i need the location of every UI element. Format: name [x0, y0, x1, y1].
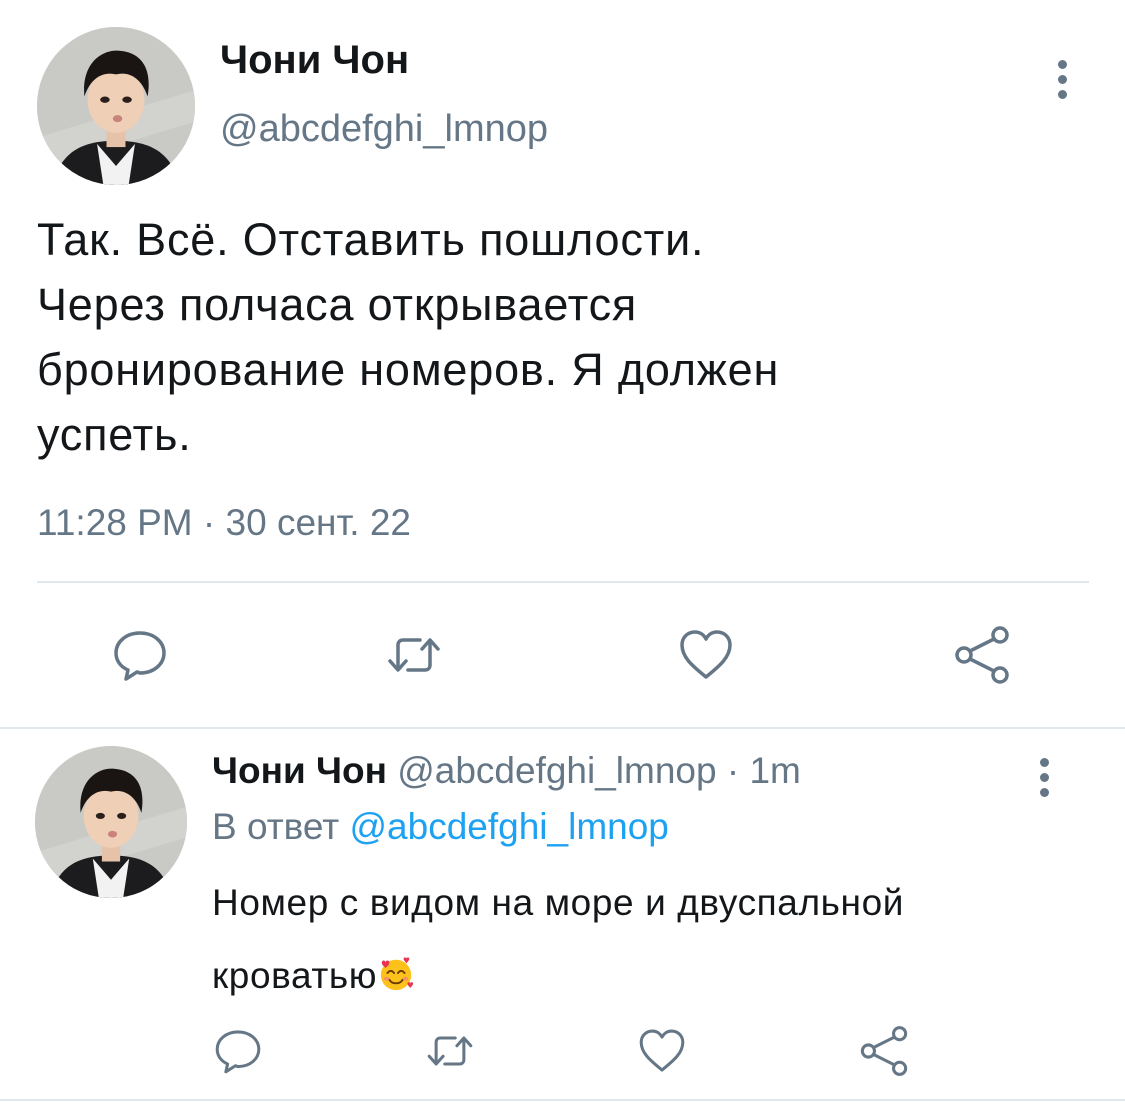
- retweet-icon[interactable]: [424, 1025, 476, 1077]
- reply-tweet-author-name[interactable]: Чони Чон: [212, 750, 387, 791]
- dot: [1057, 60, 1067, 69]
- divider: [37, 581, 1089, 583]
- share-icon[interactable]: [858, 1025, 910, 1077]
- main-tweet-author-name[interactable]: Чони Чон: [220, 38, 409, 83]
- heart-icon[interactable]: [636, 1025, 688, 1077]
- dot: [1039, 773, 1049, 782]
- divider: [0, 1099, 1125, 1101]
- main-tweet-text: Так. Всё. Отставить пошлости. Через полч…: [37, 214, 780, 460]
- reply-icon[interactable]: [212, 1025, 264, 1077]
- dot: [1057, 90, 1067, 99]
- smiling-face-with-hearts-icon: [380, 957, 414, 991]
- reply-to-label: В ответ: [212, 806, 340, 847]
- main-tweet-author-handle[interactable]: @abcdefghi_lmnop: [220, 108, 548, 151]
- divider: [0, 727, 1125, 729]
- reply-tweet-text: Номер с видом на море и двуспальной кров…: [212, 866, 1072, 1012]
- reply-icon[interactable]: [110, 625, 170, 685]
- reply-tweet-avatar[interactable]: [35, 746, 187, 898]
- reply-to-mention-link[interactable]: @abcdefghi_lmnop: [350, 806, 669, 847]
- more-vertical-icon[interactable]: [1052, 60, 1072, 99]
- retweet-icon[interactable]: [384, 625, 444, 685]
- dot: [1039, 788, 1049, 797]
- avatar-photo: [35, 746, 187, 898]
- tweet-thread: Чони Чон @abcdefghi_lmnop Так. Всё. Отст…: [0, 0, 1125, 1104]
- dot: [1057, 75, 1067, 84]
- share-icon[interactable]: [952, 625, 1012, 685]
- dot: [1039, 758, 1049, 767]
- reply-tweet-text-content: Номер с видом на море и двуспальной кров…: [212, 882, 905, 996]
- separator: ·: [726, 750, 740, 791]
- more-vertical-icon[interactable]: [1034, 758, 1054, 797]
- reply-tweet-header: Чони Чон @abcdefghi_lmnop · 1m: [212, 750, 801, 792]
- main-tweet-timestamp[interactable]: 11:28 PM · 30 сент. 22: [37, 502, 411, 544]
- reply-to-line: В ответ @abcdefghi_lmnop: [212, 806, 669, 848]
- avatar-photo: [37, 27, 195, 185]
- main-tweet-avatar[interactable]: [37, 27, 195, 185]
- heart-icon[interactable]: [676, 625, 736, 685]
- reply-tweet-time[interactable]: 1m: [749, 750, 800, 791]
- reply-tweet-author-handle[interactable]: @abcdefghi_lmnop: [397, 750, 716, 791]
